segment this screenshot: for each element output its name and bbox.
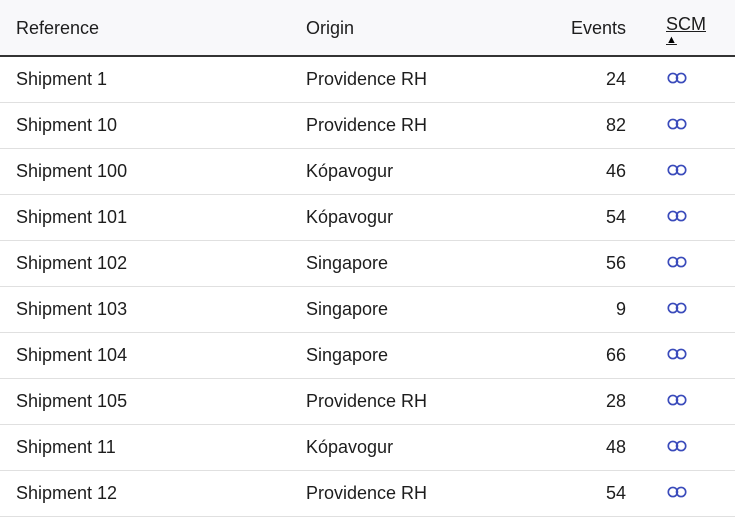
cell-events: 54 — [540, 471, 650, 517]
table-row[interactable]: Shipment 101Kópavogur54 — [0, 195, 735, 241]
cell-reference: Shipment 1 — [0, 56, 290, 103]
cell-scm — [650, 241, 735, 287]
link-icon[interactable] — [666, 117, 688, 131]
link-icon[interactable] — [666, 439, 688, 453]
cell-reference: Shipment 100 — [0, 149, 290, 195]
link-icon[interactable] — [666, 301, 688, 315]
cell-origin: Kópavogur — [290, 195, 540, 241]
cell-events: 33 — [540, 517, 650, 528]
cell-events: 9 — [540, 287, 650, 333]
cell-reference: Shipment 13 — [0, 517, 290, 528]
cell-origin: Providence RH — [290, 471, 540, 517]
table-row[interactable]: Shipment 11Kópavogur48 — [0, 425, 735, 471]
table-row[interactable]: Shipment 102Singapore56 — [0, 241, 735, 287]
shipments-table: Reference Origin Events SCM ▲ Shipment 1… — [0, 0, 735, 528]
link-icon[interactable] — [666, 163, 688, 177]
link-icon[interactable] — [666, 485, 688, 499]
cell-events: 46 — [540, 149, 650, 195]
table-row[interactable]: Shipment 13Providence RH33 — [0, 517, 735, 528]
cell-events: 56 — [540, 241, 650, 287]
cell-events: 24 — [540, 56, 650, 103]
cell-events: 66 — [540, 333, 650, 379]
cell-scm — [650, 56, 735, 103]
table-row[interactable]: Shipment 103Singapore9 — [0, 287, 735, 333]
link-icon[interactable] — [666, 347, 688, 361]
header-reference[interactable]: Reference — [0, 0, 290, 56]
table-row[interactable]: Shipment 12Providence RH54 — [0, 471, 735, 517]
table-header-row: Reference Origin Events SCM ▲ — [0, 0, 735, 56]
table-row[interactable]: Shipment 105Providence RH28 — [0, 379, 735, 425]
cell-reference: Shipment 104 — [0, 333, 290, 379]
table-row[interactable]: Shipment 1Providence RH24 — [0, 56, 735, 103]
cell-reference: Shipment 11 — [0, 425, 290, 471]
header-scm-label: SCM — [666, 14, 706, 34]
link-icon[interactable] — [666, 209, 688, 223]
cell-reference: Shipment 102 — [0, 241, 290, 287]
link-icon[interactable] — [666, 393, 688, 407]
cell-origin: Providence RH — [290, 379, 540, 425]
cell-reference: Shipment 101 — [0, 195, 290, 241]
cell-origin: Providence RH — [290, 56, 540, 103]
cell-scm — [650, 333, 735, 379]
cell-origin: Singapore — [290, 287, 540, 333]
cell-scm — [650, 149, 735, 195]
cell-origin: Providence RH — [290, 517, 540, 528]
table-row[interactable]: Shipment 10Providence RH82 — [0, 103, 735, 149]
cell-reference: Shipment 105 — [0, 379, 290, 425]
table-row[interactable]: Shipment 100Kópavogur46 — [0, 149, 735, 195]
cell-scm — [650, 287, 735, 333]
link-icon[interactable] — [666, 71, 688, 85]
table-row[interactable]: Shipment 104Singapore66 — [0, 333, 735, 379]
cell-reference: Shipment 103 — [0, 287, 290, 333]
cell-origin: Singapore — [290, 333, 540, 379]
cell-scm — [650, 471, 735, 517]
cell-origin: Kópavogur — [290, 149, 540, 195]
cell-reference: Shipment 10 — [0, 103, 290, 149]
cell-events: 48 — [540, 425, 650, 471]
cell-origin: Providence RH — [290, 103, 540, 149]
cell-scm — [650, 517, 735, 528]
sort-asc-icon: ▲ — [666, 37, 719, 43]
cell-origin: Kópavogur — [290, 425, 540, 471]
header-origin[interactable]: Origin — [290, 0, 540, 56]
cell-reference: Shipment 12 — [0, 471, 290, 517]
header-events[interactable]: Events — [540, 0, 650, 56]
cell-origin: Singapore — [290, 241, 540, 287]
header-scm[interactable]: SCM ▲ — [650, 0, 735, 56]
cell-events: 54 — [540, 195, 650, 241]
cell-scm — [650, 195, 735, 241]
cell-events: 82 — [540, 103, 650, 149]
cell-events: 28 — [540, 379, 650, 425]
cell-scm — [650, 379, 735, 425]
cell-scm — [650, 103, 735, 149]
link-icon[interactable] — [666, 255, 688, 269]
cell-scm — [650, 425, 735, 471]
